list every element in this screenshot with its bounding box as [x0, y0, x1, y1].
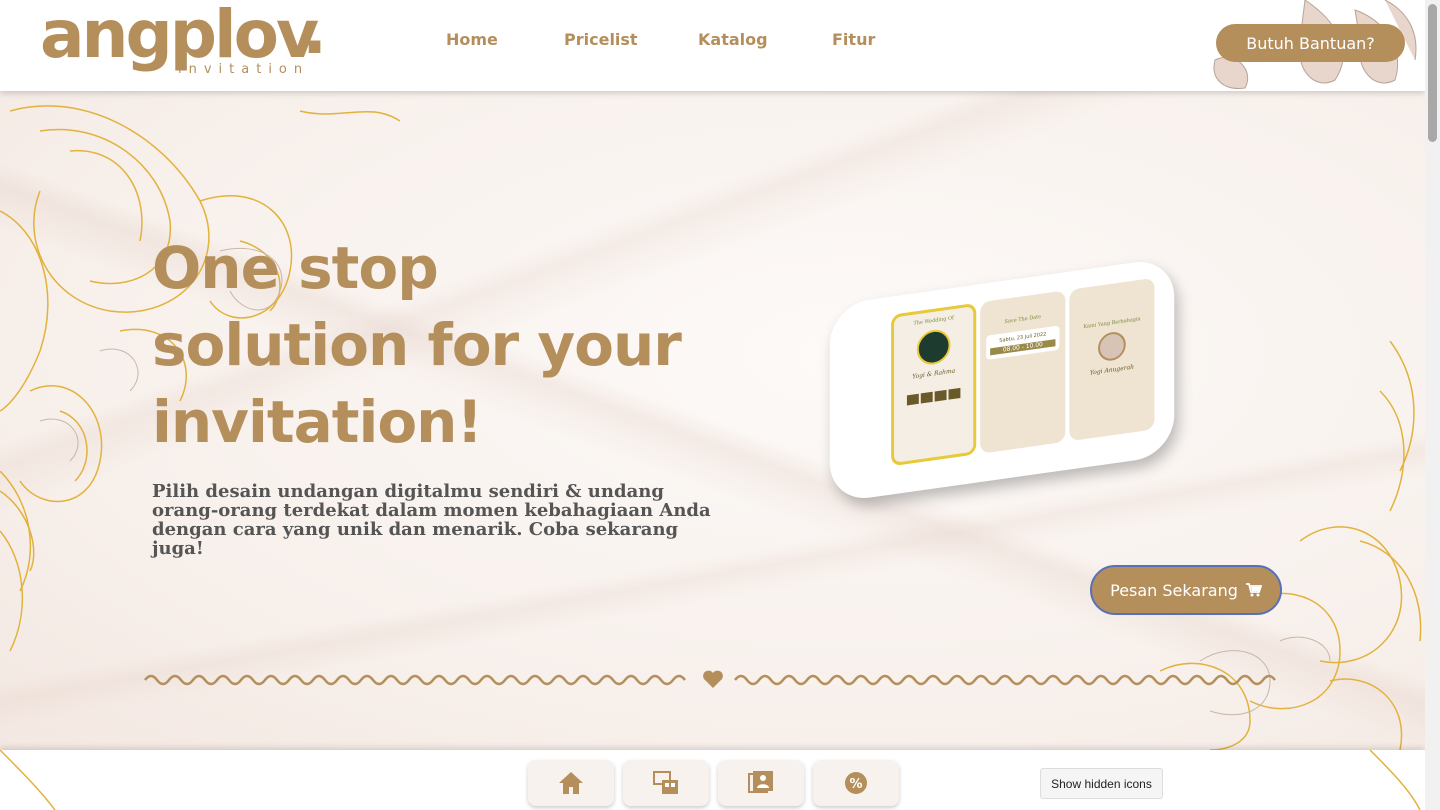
- heart-icon: [703, 670, 723, 688]
- dock-gallery-button[interactable]: [718, 760, 804, 806]
- dock-discount-button[interactable]: %: [813, 760, 899, 806]
- wave-divider: [144, 670, 1276, 688]
- mockup-screen-3-title: Kami Yang Berbahagia: [1083, 316, 1141, 331]
- mockup-screen-3-name: Yogi Anugerah: [1089, 363, 1134, 377]
- mockup-screen-1-names: Yogi & Rahma: [912, 367, 956, 381]
- brand-dot: .: [302, 0, 328, 69]
- gallery-icon: [748, 771, 773, 793]
- order-now-button[interactable]: Pesan Sekarang: [1090, 565, 1282, 615]
- nav-pricelist[interactable]: Pricelist: [564, 30, 638, 49]
- headline-line-1: One stop: [152, 234, 439, 302]
- dock-home-button[interactable]: [528, 760, 614, 806]
- dock-catalog-button[interactable]: [623, 760, 709, 806]
- mockup-countdown: [894, 386, 973, 407]
- hero-section: One stop solution for your invitation! P…: [0, 91, 1425, 750]
- home-icon: [559, 772, 583, 794]
- headline-line-2: solution for your: [152, 311, 682, 379]
- shopping-cart-icon: [1245, 583, 1262, 597]
- show-hidden-icons-tooltip[interactable]: Show hidden icons: [1040, 768, 1163, 799]
- floral-decoration-dock-right: [1369, 750, 1421, 810]
- headline-line-3: invitation!: [152, 388, 483, 456]
- mockup-screen-2: Save The Date Sabtu, 23 Juli 2022 08.00 …: [980, 290, 1066, 454]
- catalog-icon: [653, 771, 678, 794]
- discount-icon: %: [845, 772, 867, 794]
- floral-decoration-dock-left: [0, 750, 56, 810]
- brand-tagline: invitation: [178, 62, 310, 77]
- mockup-screen-1-title: The Wedding Of: [913, 315, 954, 327]
- floral-decoration-left: [0, 471, 32, 652]
- help-button[interactable]: Butuh Bantuan?: [1216, 24, 1405, 62]
- mockup-groom-photo: [1098, 330, 1126, 363]
- mockup-screen-1: The Wedding Of Yogi & Rahma: [891, 302, 977, 467]
- bottom-dock: %: [0, 750, 1425, 810]
- hero-headline: One stop solution for your invitation!: [152, 230, 752, 461]
- site-header: angplov . invitation Home Pricelist Kata…: [0, 0, 1425, 91]
- svg-text:%: %: [849, 777, 862, 792]
- mockup-screen-3: Kami Yang Berbahagia Yogi Anugerah: [1069, 277, 1155, 442]
- hero-subtext: Pilih desain undangan digitalmu sendiri …: [152, 481, 711, 559]
- nav-fitur[interactable]: Fitur: [832, 30, 875, 49]
- mockup-portrait: [916, 327, 951, 367]
- page-scrollbar[interactable]: [1425, 0, 1440, 810]
- nav-home[interactable]: Home: [446, 30, 498, 49]
- order-now-label: Pesan Sekarang: [1110, 580, 1238, 600]
- scrollbar-thumb[interactable]: [1428, 4, 1437, 142]
- nav-katalog[interactable]: Katalog: [698, 30, 768, 49]
- invitation-mockup-image: The Wedding Of Yogi & Rahma Save The Dat…: [829, 256, 1175, 504]
- brand-logo[interactable]: angplov . invitation: [40, 0, 330, 80]
